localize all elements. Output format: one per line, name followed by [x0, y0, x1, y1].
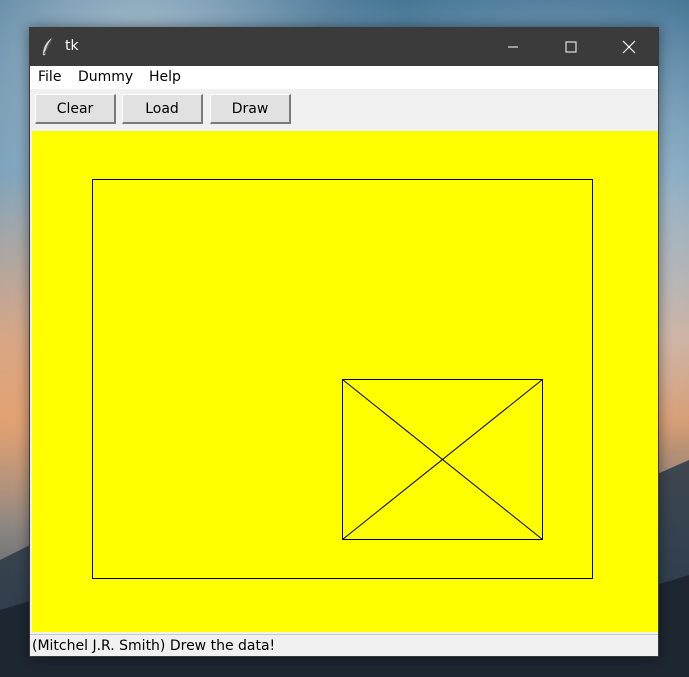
- title-bar[interactable]: tk: [30, 28, 658, 66]
- status-message: (Mitchel J.R. Smith) Drew the data!: [32, 638, 276, 654]
- draw-button[interactable]: Draw: [210, 94, 291, 124]
- minimize-icon: [508, 46, 518, 48]
- feather-icon: [40, 37, 56, 57]
- menu-file[interactable]: File: [38, 69, 61, 85]
- app-window: tk File Dummy Help Clear Load Draw (Mitc…: [29, 27, 659, 657]
- maximize-button[interactable]: [542, 28, 600, 66]
- close-icon: [622, 40, 636, 54]
- status-bar: (Mitchel J.R. Smith) Drew the data!: [30, 634, 658, 656]
- window-title: tk: [65, 38, 79, 54]
- minimize-button[interactable]: [484, 28, 542, 66]
- menu-dummy[interactable]: Dummy: [78, 69, 133, 85]
- canvas-drawing: [92, 179, 593, 579]
- load-button[interactable]: Load: [122, 94, 203, 124]
- clear-button[interactable]: Clear: [35, 94, 116, 124]
- menu-help[interactable]: Help: [149, 69, 181, 85]
- close-button[interactable]: [600, 28, 658, 66]
- drawing-canvas[interactable]: [32, 131, 658, 632]
- maximize-icon: [565, 41, 577, 53]
- toolbar: Clear Load Draw: [30, 89, 658, 129]
- menu-bar: File Dummy Help: [30, 66, 658, 89]
